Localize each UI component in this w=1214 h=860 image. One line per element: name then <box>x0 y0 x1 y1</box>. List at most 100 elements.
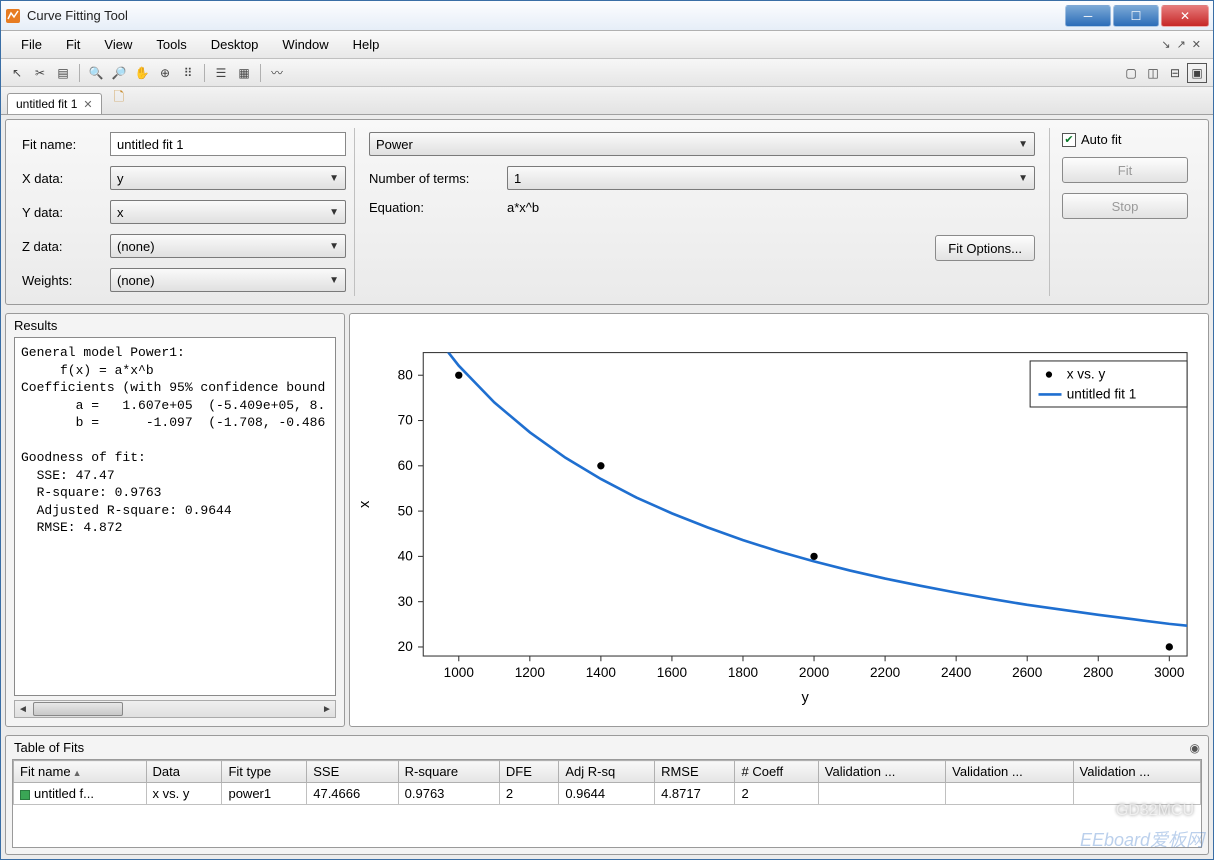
table-header[interactable]: DFE <box>499 761 558 783</box>
fit-name-label: Fit name: <box>22 137 102 152</box>
svg-text:x: x <box>357 500 373 508</box>
svg-text:2400: 2400 <box>941 665 972 680</box>
menu-view[interactable]: View <box>94 34 142 55</box>
menu-file[interactable]: File <box>11 34 52 55</box>
exclude-icon[interactable]: ✂ <box>30 63 50 83</box>
fit-name-input[interactable] <box>110 132 346 156</box>
table-cell: untitled f... <box>14 783 147 805</box>
window-close-icon[interactable]: ✕ <box>1190 38 1203 51</box>
close-button[interactable]: ✕ <box>1161 5 1209 27</box>
layout-1-icon[interactable]: ▢ <box>1121 63 1141 83</box>
weights-select[interactable]: (none)▼ <box>110 268 346 292</box>
auto-fit-checkbox[interactable]: ✔ Auto fit <box>1062 132 1188 147</box>
tab-close-icon[interactable]: ✕ <box>83 98 92 111</box>
nterms-select[interactable]: 1▼ <box>507 166 1035 190</box>
table-header[interactable]: Validation ... <box>1073 761 1200 783</box>
pointer-icon[interactable]: ↖ <box>7 63 27 83</box>
fit-button[interactable]: Fit <box>1062 157 1188 183</box>
table-cell <box>818 783 945 805</box>
dock-arrow-icon[interactable]: ↘ <box>1159 38 1172 51</box>
table-header[interactable]: Data <box>146 761 222 783</box>
menu-tools[interactable]: Tools <box>146 34 196 55</box>
menu-help[interactable]: Help <box>343 34 390 55</box>
svg-text:30: 30 <box>398 594 414 609</box>
scroll-thumb[interactable] <box>33 702 123 716</box>
results-title: Results <box>6 314 344 337</box>
residuals-icon[interactable]: 〰 <box>267 63 287 83</box>
svg-text:y: y <box>802 690 810 706</box>
results-scrollbar[interactable]: ◄ ► <box>14 700 336 718</box>
scroll-right-icon[interactable]: ► <box>319 701 335 717</box>
svg-text:1200: 1200 <box>515 665 546 680</box>
table-header[interactable]: Validation ... <box>818 761 945 783</box>
table-row[interactable]: untitled f...x vs. ypower147.46660.97632… <box>14 783 1201 805</box>
app-icon <box>5 8 21 24</box>
minimize-button[interactable]: ─ <box>1065 5 1111 27</box>
chart-svg: 1000120014001600180020002200240026002800… <box>350 314 1208 726</box>
chevron-down-icon: ▼ <box>1018 139 1028 150</box>
chevron-down-icon: ▼ <box>329 173 339 184</box>
pan-icon[interactable]: ✋ <box>132 63 152 83</box>
table-header[interactable]: Adj R-sq <box>559 761 655 783</box>
svg-text:70: 70 <box>398 413 414 428</box>
menu-desktop[interactable]: Desktop <box>201 34 269 55</box>
model-type-select[interactable]: Power▼ <box>369 132 1035 156</box>
table-header[interactable]: Fit type <box>222 761 307 783</box>
y-data-select[interactable]: x▼ <box>110 200 346 224</box>
fit-chart[interactable]: 1000120014001600180020002200240026002800… <box>349 313 1209 727</box>
table-header[interactable]: Validation ... <box>946 761 1073 783</box>
svg-text:60: 60 <box>398 458 414 473</box>
table-header[interactable]: Fit name▲ <box>14 761 147 783</box>
table-cell: 47.4666 <box>307 783 398 805</box>
svg-text:untitled fit 1: untitled fit 1 <box>1067 387 1137 402</box>
zoom-in-icon[interactable]: 🔍 <box>86 63 106 83</box>
table-header[interactable]: SSE <box>307 761 398 783</box>
maximize-button[interactable]: ☐ <box>1113 5 1159 27</box>
chevron-down-icon: ▼ <box>329 275 339 286</box>
layout-4-icon[interactable]: ▣ <box>1187 63 1207 83</box>
fits-table[interactable]: Fit name▲DataFit typeSSER-squareDFEAdj R… <box>13 760 1201 805</box>
svg-text:20: 20 <box>398 639 414 654</box>
layout-3-icon[interactable]: ⊟ <box>1165 63 1185 83</box>
svg-text:2600: 2600 <box>1012 665 1043 680</box>
svg-text:2200: 2200 <box>870 665 901 680</box>
chevron-down-icon: ▼ <box>329 241 339 252</box>
tab-label: untitled fit 1 <box>16 97 77 111</box>
table-cell: 2 <box>735 783 818 805</box>
svg-text:50: 50 <box>398 503 414 518</box>
data-cursor-icon[interactable]: ⊕ <box>155 63 175 83</box>
scroll-left-icon[interactable]: ◄ <box>15 701 31 717</box>
new-fit-icon[interactable]: 🗋 <box>110 84 128 114</box>
toolbar: ↖ ✂ ▤ 🔍 🔎 ✋ ⊕ ⠿ ☰ ▦ 〰 ▢ ◫ ⊟ ▣ <box>1 59 1213 87</box>
grid-icon[interactable]: ▦ <box>234 63 254 83</box>
menu-fit[interactable]: Fit <box>56 34 90 55</box>
x-data-select[interactable]: y▼ <box>110 166 346 190</box>
menu-window[interactable]: Window <box>272 34 338 55</box>
svg-text:1400: 1400 <box>586 665 617 680</box>
fit-config-panel: Fit name: X data: y▼ Y data: x▼ Z data: … <box>5 119 1209 305</box>
zoom-out-icon[interactable]: 🔎 <box>109 63 129 83</box>
table-header[interactable]: # Coeff <box>735 761 818 783</box>
collapse-icon[interactable]: ◉ <box>1190 741 1200 755</box>
brush-icon[interactable]: ⠿ <box>178 63 198 83</box>
fit-options-button[interactable]: Fit Options... <box>935 235 1035 261</box>
table-header[interactable]: R-square <box>398 761 499 783</box>
z-data-select[interactable]: (none)▼ <box>110 234 346 258</box>
table-cell: x vs. y <box>146 783 222 805</box>
legend-icon[interactable]: ☰ <box>211 63 231 83</box>
window-title: Curve Fitting Tool <box>27 8 1065 23</box>
svg-text:1000: 1000 <box>444 665 475 680</box>
svg-text:80: 80 <box>398 367 414 382</box>
layout-2-icon[interactable]: ◫ <box>1143 63 1163 83</box>
stop-button[interactable]: Stop <box>1062 193 1188 219</box>
equation-value: a*x^b <box>507 200 539 215</box>
separator <box>79 64 80 82</box>
results-text[interactable]: General model Power1: f(x) = a*x^b Coeff… <box>14 337 336 696</box>
fit-tab[interactable]: untitled fit 1 ✕ <box>7 93 102 114</box>
table-cell: 0.9763 <box>398 783 499 805</box>
separator <box>260 64 261 82</box>
undock-icon[interactable]: ↗ <box>1175 38 1188 51</box>
colorbar-icon[interactable]: ▤ <box>53 63 73 83</box>
table-header[interactable]: RMSE <box>655 761 735 783</box>
svg-text:3000: 3000 <box>1154 665 1185 680</box>
